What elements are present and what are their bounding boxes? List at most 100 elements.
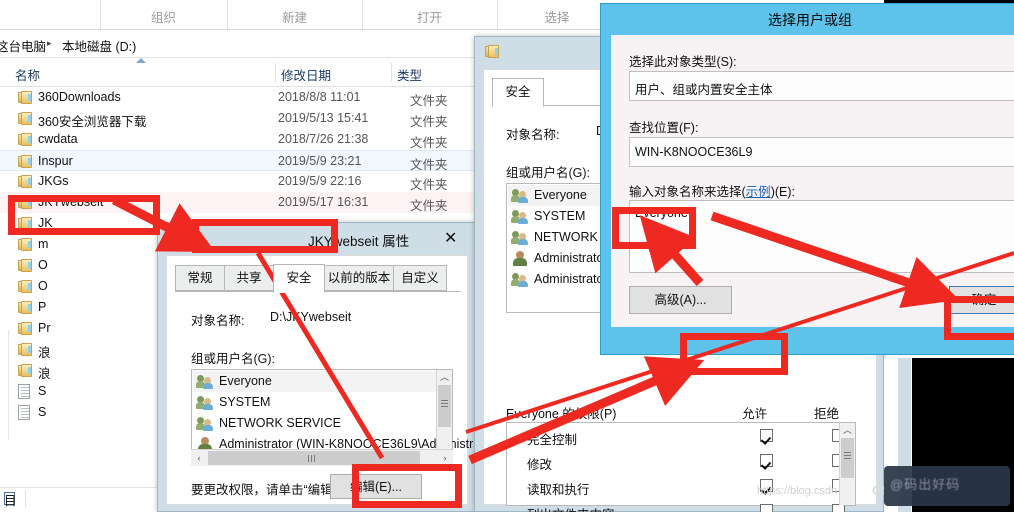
watermark-badge: @码出好码 <box>884 466 1010 506</box>
file-name: m <box>38 237 49 251</box>
scrollbar-thumb[interactable] <box>841 438 854 478</box>
ribbon-group-open[interactable]: 打开 <box>362 7 497 26</box>
file-icon <box>18 384 30 399</box>
tab-previous-versions[interactable]: 以前的版本 <box>324 265 394 291</box>
examples-link[interactable]: 示例 <box>746 185 771 199</box>
file-name: Inspur <box>38 154 73 168</box>
group-users-icon <box>196 395 215 410</box>
permissions-hint: 要更改权限，请单击“编辑”。 <box>191 483 350 497</box>
column-divider[interactable] <box>391 63 392 82</box>
group-users-icon <box>511 188 530 203</box>
select-dialog-body: 选择此对象类型(S): 用户、组或内置安全主体 查找位置(F): WIN-K8N… <box>611 35 1014 327</box>
ribbon-group-select[interactable]: 选择 <box>497 7 617 26</box>
scroll-up-icon[interactable]: ︿ <box>840 423 855 438</box>
column-divider[interactable] <box>275 63 276 82</box>
ribbon-group-new[interactable]: 新建 <box>227 7 362 26</box>
column-header-name[interactable]: 名称 <box>15 65 40 84</box>
group-users-icon <box>511 230 530 245</box>
names-label-prefix: 输入对象名称来选择( <box>629 185 746 199</box>
close-button[interactable]: ✕ <box>429 223 474 253</box>
location-field[interactable]: WIN-K8NOOCE36L9 <box>629 137 1014 167</box>
select-dialog-title: 选择用户或组 <box>768 12 852 28</box>
file-name: O <box>38 258 48 272</box>
file-date: 2019/5/9 22:16 <box>278 174 362 188</box>
folder-icon <box>18 280 33 293</box>
table-row[interactable]: 列出文件夹内容 <box>507 500 845 512</box>
scrollbar-thumb[interactable] <box>208 451 420 465</box>
scrollbar-thumb[interactable] <box>438 385 451 427</box>
file-date: 2018/8/8 11:01 <box>278 90 361 104</box>
status-text: 目 <box>4 494 17 508</box>
table-row[interactable]: 修改 <box>507 450 845 475</box>
watermark-badge-text: @码出好码 <box>890 477 961 492</box>
names-label: 输入对象名称来选择(示例)(E): <box>629 181 795 200</box>
single-user-icon <box>513 251 527 266</box>
column-header-date[interactable]: 修改日期 <box>281 65 331 84</box>
deny-checkbox[interactable] <box>832 504 845 512</box>
file-type: 文件夹 <box>410 94 448 108</box>
watermark-url: https://blog.csdn <box>757 485 838 497</box>
tab-general[interactable]: 常规 <box>175 265 225 291</box>
tab-sharing[interactable]: 共享 <box>224 265 274 291</box>
allow-checkbox[interactable] <box>760 429 773 442</box>
object-type-field[interactable]: 用户、组或内置安全主体 <box>629 71 1014 101</box>
permissions-for-label: Everyone 的权限(P) <box>506 407 617 421</box>
table-row[interactable]: Inspur 2019/5/9 23:21 文件夹 <box>0 150 480 172</box>
table-row[interactable]: 完全控制 <box>507 425 845 450</box>
column-header-type[interactable]: 类型 <box>397 65 422 84</box>
select-dialog-titlebar[interactable]: 选择用户或组 <box>601 4 1014 34</box>
table-row[interactable]: JKGs 2019/5/9 22:16 文件夹 <box>0 171 480 192</box>
permissions-vertical-scrollbar[interactable]: ︿ <box>839 423 855 505</box>
scroll-left-icon[interactable]: ‹ <box>191 450 207 466</box>
file-type: 文件夹 <box>410 178 448 192</box>
list-item[interactable]: NETWORK SERVICE <box>193 413 437 434</box>
table-row[interactable]: cwdata 2018/7/26 21:38 文件夹 <box>0 129 480 150</box>
folder-icon <box>18 322 33 335</box>
list-item[interactable]: Everyone <box>193 371 437 392</box>
tab-customize[interactable]: 自定义 <box>393 265 447 291</box>
group-or-user-label: 组或用户名(G): <box>506 166 591 180</box>
breadcrumb-this-pc[interactable]: 这台电脑 <box>0 36 46 55</box>
list-item[interactable]: SYSTEM <box>193 392 437 413</box>
names-label-suffix: )(E): <box>770 185 795 199</box>
group-users-icon <box>196 416 215 431</box>
annotation-box-names-input <box>612 207 696 249</box>
location-value: WIN-K8NOOCE36L9 <box>635 145 753 159</box>
group-users-icon <box>196 374 215 389</box>
breadcrumb-local-disk[interactable]: 本地磁盘 (D:) <box>62 36 136 55</box>
advanced-button[interactable]: 高级(A)... <box>629 286 732 314</box>
folder-icon <box>174 231 189 245</box>
file-type: 文件夹 <box>410 199 448 213</box>
tab-security[interactable]: 安全 <box>273 264 325 293</box>
allow-checkbox[interactable] <box>760 504 773 512</box>
object-type-label: 选择此对象类型(S): <box>629 55 737 69</box>
table-row[interactable]: 360安全浏览器下载 2019/5/13 15:41 文件夹 <box>0 108 480 129</box>
table-row[interactable]: 360Downloads 2018/8/8 11:01 文件夹 <box>0 87 480 108</box>
file-date: 2019/5/17 16:31 <box>278 195 369 209</box>
tab-security[interactable]: 安全 <box>492 78 544 107</box>
object-type-value: 用户、组或内置安全主体 <box>635 83 773 97</box>
scroll-up-icon[interactable]: ︿ <box>437 370 452 385</box>
object-name-value: D:\JKYwebseit <box>270 310 352 324</box>
file-date: 2018/7/26 21:38 <box>278 132 369 146</box>
navigation-pane-edge <box>0 330 9 440</box>
screenshot-root: 组织 新建 打开 选择 这台电脑 ▸ 本地磁盘 (D:) 名称 修改日期 类型 … <box>0 0 1014 512</box>
status-bar <box>0 487 178 512</box>
file-name: S <box>38 405 47 419</box>
file-name: cwdata <box>38 132 78 146</box>
folder-icon <box>18 133 33 146</box>
folder-icon <box>18 301 33 314</box>
file-date: 2019/5/9 23:21 <box>278 154 362 168</box>
list-item-label: Everyone <box>219 374 272 388</box>
folder-icon <box>18 259 33 272</box>
file-type: 文件夹 <box>410 115 448 129</box>
file-type: 文件夹 <box>410 136 448 150</box>
allow-checkbox[interactable] <box>760 454 773 467</box>
folder-icon <box>18 343 33 356</box>
file-name: JKGs <box>38 174 69 188</box>
column-header-row: 名称 修改日期 类型 <box>0 58 480 87</box>
status-divider <box>25 491 26 507</box>
annotation-box-folder <box>8 195 160 235</box>
list-item-label: Everyone <box>534 188 587 202</box>
ribbon-group-organize[interactable]: 组织 <box>100 7 227 26</box>
